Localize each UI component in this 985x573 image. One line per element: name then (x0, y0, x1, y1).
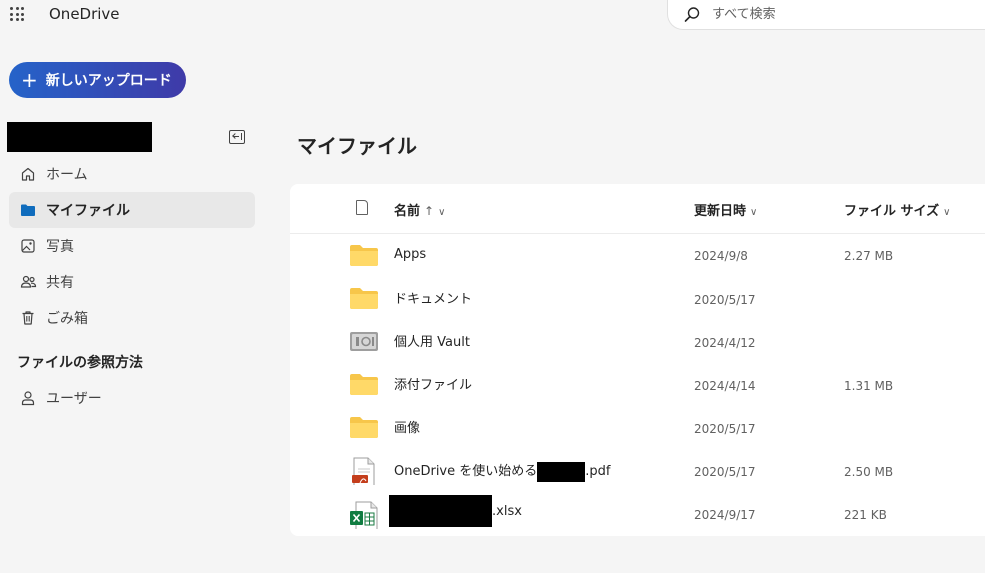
search-input[interactable] (712, 4, 972, 24)
sort-up-icon: ↑ (424, 204, 435, 218)
column-size-label: ファイル サイズ (844, 204, 940, 219)
sidebar-item-recycle-bin[interactable]: ごみ箱 (9, 300, 255, 336)
file-date: 2024/9/8 (694, 249, 748, 263)
file-date: 2020/5/17 (694, 293, 756, 307)
file-name[interactable]: 画像 (394, 417, 420, 436)
file-name[interactable]: ドキュメント (394, 288, 472, 307)
file-extension: .pdf (585, 464, 611, 479)
person-icon (19, 389, 37, 407)
vault-icon (350, 332, 378, 351)
table-row[interactable]: .xlsx 2024/9/17 221 KB (290, 492, 985, 535)
file-name[interactable]: 添付ファイル (394, 374, 472, 393)
folder-icon (350, 288, 378, 309)
file-date: 2024/4/14 (694, 379, 756, 393)
app-title[interactable]: OneDrive (49, 5, 120, 23)
redacted-text (389, 495, 492, 527)
sidebar-item-photos[interactable]: 写真 (9, 228, 255, 264)
new-upload-label: 新しいアップロード (45, 73, 172, 89)
folder-icon (19, 201, 37, 219)
sidebar-item-my-files[interactable]: マイファイル (9, 192, 255, 228)
collapse-pane-icon[interactable] (229, 130, 245, 144)
sidebar-item-label: マイファイル (46, 203, 130, 219)
folder-icon (350, 374, 378, 395)
file-date: 2020/5/17 (694, 465, 756, 479)
file-size: 2.27 MB (844, 249, 894, 263)
folder-icon (350, 245, 378, 266)
file-list-header: 名前 ↑ ∨ 更新日時 ∨ ファイル サイズ ∨ (290, 184, 985, 234)
file-size: 2.50 MB (844, 465, 894, 479)
pdf-file-icon (352, 457, 375, 485)
photo-icon (19, 237, 37, 255)
sidebar-item-label: ごみ箱 (46, 311, 88, 327)
file-size: 1.31 MB (844, 379, 894, 393)
file-type-header-icon[interactable] (356, 200, 368, 215)
plus-icon: + (21, 68, 38, 92)
column-header-modified[interactable]: 更新日時 ∨ (694, 200, 757, 219)
file-date: 2020/5/17 (694, 422, 756, 436)
chevron-down-icon: ∨ (750, 207, 758, 218)
home-icon (19, 165, 37, 183)
sidebar-item-people[interactable]: ユーザー (9, 380, 255, 416)
file-list-panel: 名前 ↑ ∨ 更新日時 ∨ ファイル サイズ ∨ Apps 2024/9/8 2.27 … (290, 184, 985, 536)
sidebar-item-label: 写真 (46, 239, 74, 255)
file-size: 221 KB (844, 508, 887, 522)
chevron-down-icon: ∨ (438, 207, 446, 218)
column-header-name[interactable]: 名前 ↑ ∨ (394, 200, 445, 219)
new-upload-button[interactable]: + 新しいアップロード (9, 62, 186, 98)
page-title: マイファイル (297, 134, 417, 158)
file-name[interactable]: OneDrive を使い始める .pdf (394, 460, 610, 482)
search-icon (684, 7, 700, 22)
file-date: 2024/9/17 (694, 508, 756, 522)
search-box[interactable] (667, 0, 985, 30)
file-date: 2024/4/12 (694, 336, 756, 350)
people-icon (19, 273, 37, 291)
table-row[interactable]: Apps 2024/9/8 2.27 MB (290, 234, 985, 277)
file-name[interactable]: 個人用 Vault (394, 331, 470, 350)
chevron-down-icon: ∨ (943, 207, 951, 218)
sidebar-nav: ホーム マイファイル 写真 共有 ごみ箱 (9, 156, 255, 336)
file-name[interactable]: Apps (394, 247, 426, 262)
column-modified-label: 更新日時 (694, 204, 747, 219)
file-name-prefix: OneDrive を使い始める (394, 464, 538, 479)
table-row[interactable]: 画像 2020/5/17 (290, 406, 985, 449)
browse-nav: ユーザー (9, 380, 255, 416)
sidebar-item-label: ホーム (46, 167, 88, 183)
sidebar-item-home[interactable]: ホーム (9, 156, 255, 192)
excel-file-icon (350, 501, 378, 529)
table-row[interactable]: ドキュメント 2020/5/17 (290, 277, 985, 320)
app-launcher-icon[interactable] (10, 7, 24, 21)
file-extension[interactable]: .xlsx (492, 504, 522, 519)
top-bar: OneDrive (0, 0, 985, 30)
table-row[interactable]: OneDrive を使い始める .pdf 2020/5/17 2.50 MB (290, 449, 985, 492)
account-name-redacted (7, 122, 152, 152)
redacted-text (537, 461, 586, 482)
table-row[interactable]: 個人用 Vault 2024/4/12 (290, 320, 985, 363)
folder-icon (350, 417, 378, 438)
trash-icon (19, 309, 37, 327)
sidebar-item-shared[interactable]: 共有 (9, 264, 255, 300)
sidebar-item-label: ユーザー (46, 391, 102, 407)
table-row[interactable]: 添付ファイル 2024/4/14 1.31 MB (290, 363, 985, 406)
sidebar-item-label: 共有 (46, 275, 74, 291)
browse-section-title: ファイルの参照方法 (17, 355, 143, 371)
column-name-label: 名前 (394, 204, 421, 219)
column-header-size[interactable]: ファイル サイズ ∨ (844, 200, 950, 219)
